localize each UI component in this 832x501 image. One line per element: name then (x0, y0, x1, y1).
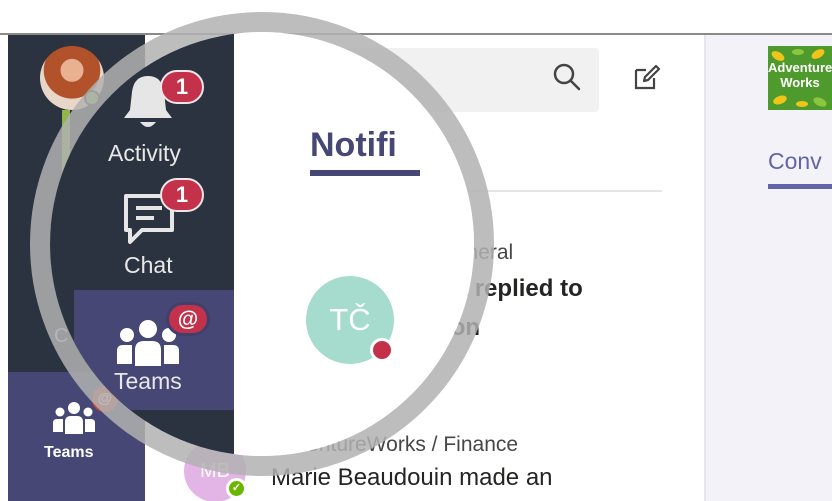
team-logo[interactable]: Adventure Works (768, 46, 832, 110)
activity-badge: 1 (160, 70, 204, 104)
presence-available-icon: ✓ (226, 478, 247, 499)
tab-conversations[interactable]: Conv (768, 148, 822, 175)
rail-item-chat-label: Chat (124, 252, 173, 278)
search-icon[interactable] (552, 62, 582, 92)
teams-mention-badge: @ (166, 302, 210, 336)
chat-badge: 1 (160, 178, 204, 212)
rail-item-teams-label: Teams (114, 368, 182, 394)
tab-active-indicator (768, 184, 832, 189)
team-logo-text: Adventure Works (768, 60, 832, 90)
magnifier-lens: 1 Activity 1 Chat @ Teams Notifi TČ (50, 32, 474, 456)
presence-busy-indicator (370, 338, 394, 362)
window-top-bar (0, 0, 832, 35)
rail-item-activity-label: Activity (108, 140, 181, 166)
tab-active-indicator (310, 170, 420, 176)
compose-icon[interactable] (632, 62, 662, 92)
tab-notifications[interactable]: Notifi (310, 126, 397, 165)
